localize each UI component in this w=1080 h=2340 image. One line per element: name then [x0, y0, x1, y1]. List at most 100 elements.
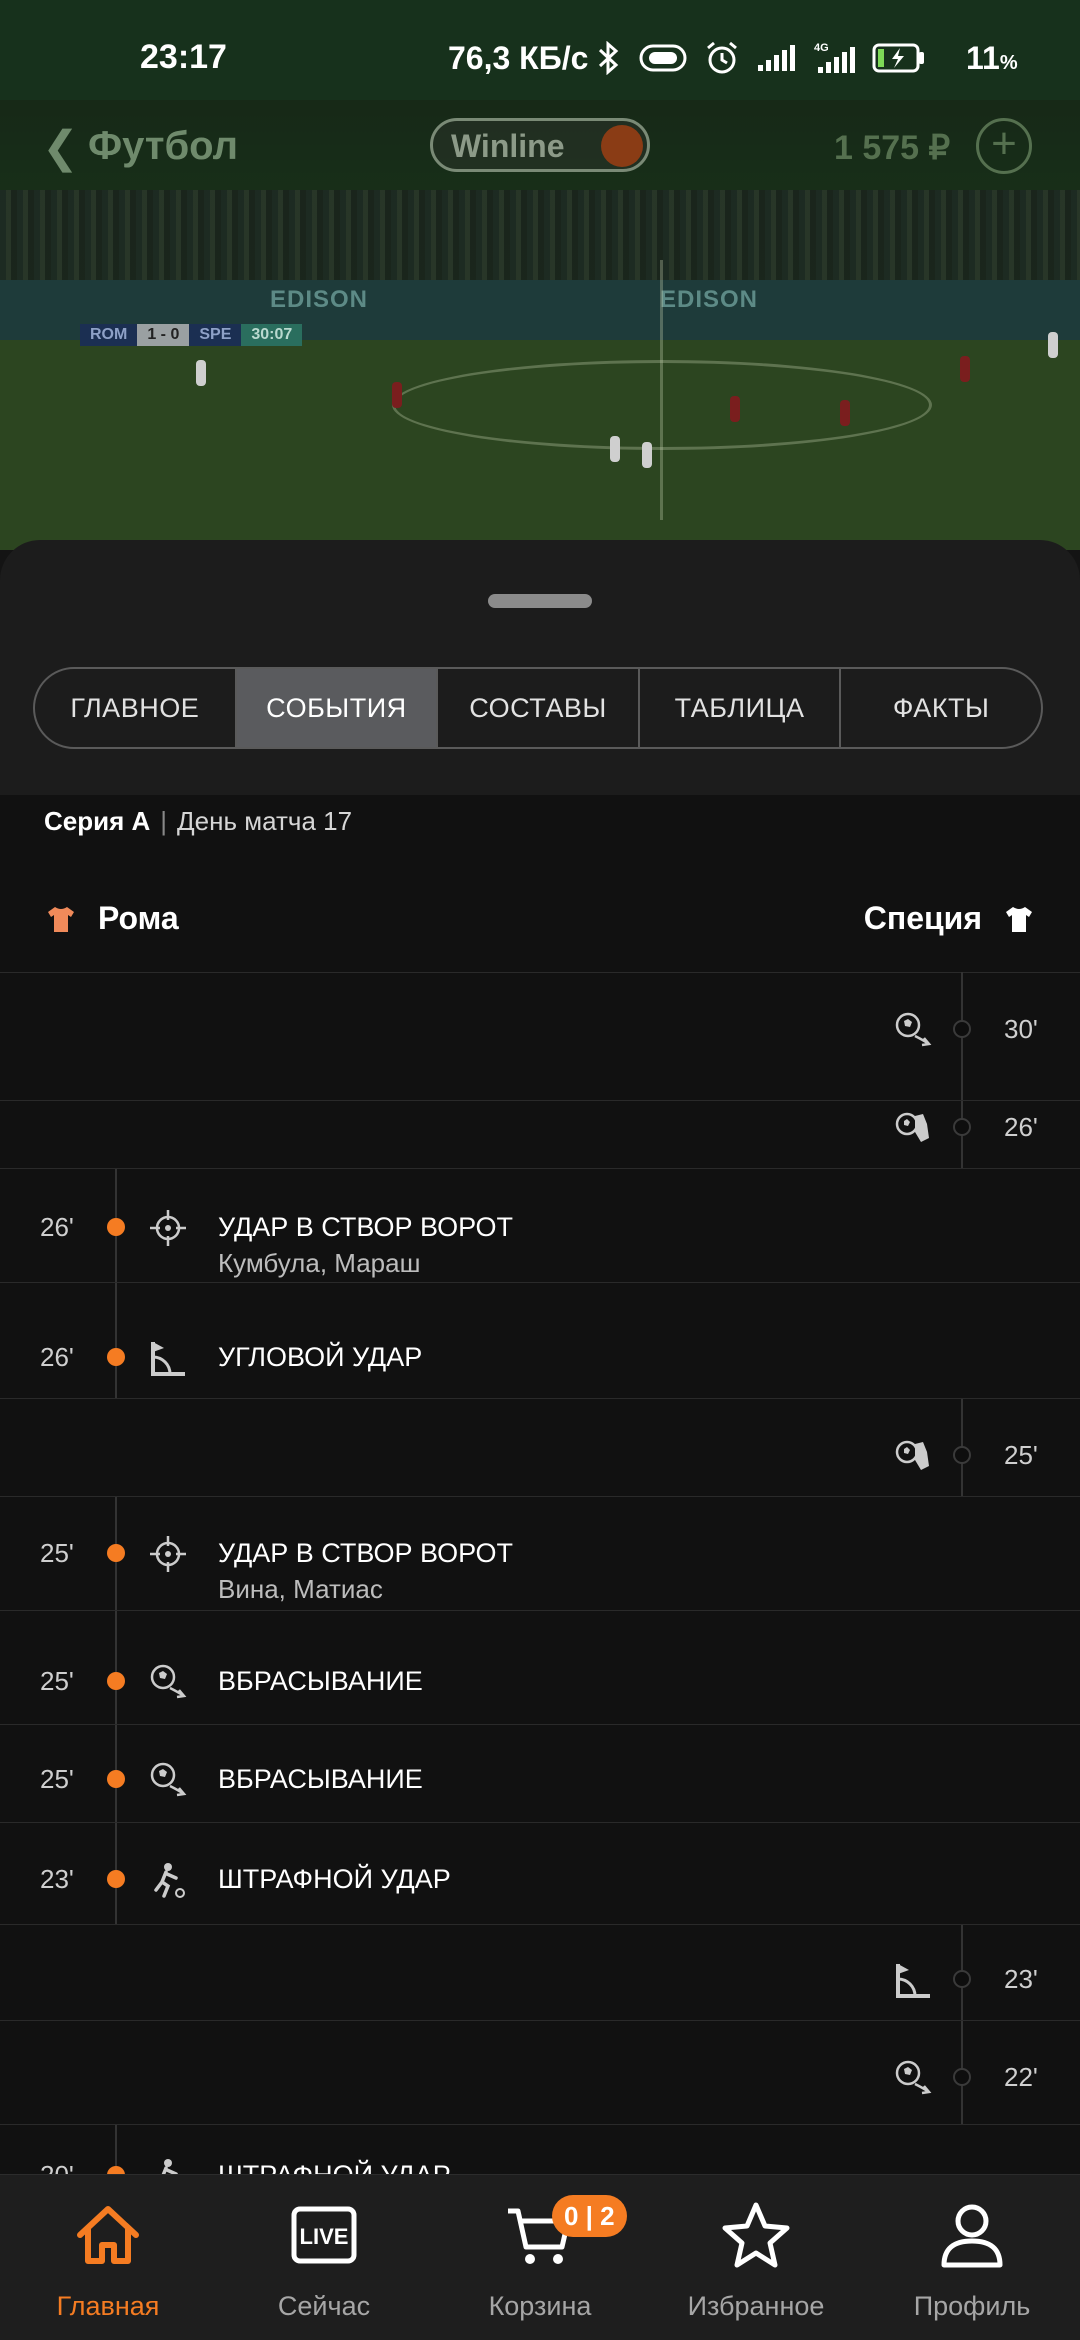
- away-timeline: [961, 1924, 963, 2124]
- team-away-name: Специя: [863, 900, 982, 936]
- event-dot: [107, 1218, 125, 1236]
- event-minute: 26': [40, 1212, 74, 1242]
- divider: [0, 1610, 1080, 1611]
- tab-facts[interactable]: ФАКТЫ: [841, 669, 1041, 747]
- score-home-abbr: ROM: [80, 324, 138, 346]
- deposit-plus-button[interactable]: +: [976, 118, 1032, 174]
- nav-cart[interactable]: 0 | 2 Корзина: [432, 2175, 648, 2340]
- video-scoreboard: ROM 1 - 0 SPE 30:07: [80, 324, 303, 346]
- shot-on-target-icon: [148, 1208, 188, 1248]
- nav-live-label: Сейчас: [277, 2291, 371, 2321]
- bluetooth-icon: [598, 41, 619, 75]
- throw-in-icon: [893, 2058, 933, 2098]
- event-dot: [953, 2068, 971, 2086]
- home-icon: [77, 2206, 139, 2264]
- tab-main[interactable]: ГЛАВНОЕ: [35, 669, 237, 747]
- event-minute: 26': [1004, 1112, 1038, 1142]
- divider: [0, 2020, 1080, 2021]
- divider: [0, 1724, 1080, 1725]
- cart-badge: 0 | 2: [552, 2195, 627, 2237]
- event-minute: 23': [40, 1864, 74, 1894]
- nav-live[interactable]: LIVE Сейчас: [216, 2175, 432, 2340]
- sheet-drag-handle[interactable]: [488, 594, 592, 608]
- nav-home[interactable]: Главная: [0, 2175, 216, 2340]
- divider: [0, 1924, 1080, 1925]
- back-arrow-icon[interactable]: ❮: [42, 122, 79, 173]
- star-icon: [722, 2202, 790, 2268]
- goalkeeper-save-icon: [893, 1436, 933, 1476]
- score-clock: 30:07: [241, 324, 303, 346]
- goalkeeper-save-icon: [893, 1108, 933, 1148]
- event-players: Кумбула, Мараш: [218, 1248, 421, 1278]
- event-minute: 25': [1004, 1440, 1038, 1470]
- event-label: УДАР В СТВОР ВОРОТ: [218, 1212, 513, 1242]
- balance: 1 575 ₽: [834, 129, 951, 167]
- player: [196, 360, 206, 386]
- nav-cart-label: Корзина: [488, 2291, 592, 2321]
- tab-table[interactable]: ТАБЛИЦА: [640, 669, 842, 747]
- status-time: 23:17: [140, 38, 227, 76]
- app-root: { "status_bar": { "time": "23:17", "spee…: [0, 0, 1080, 2340]
- status-bar: 23:17 76,3 КБ/с 4G 11%: [0, 0, 1080, 100]
- league-separator: |: [160, 806, 168, 836]
- ad-text: EDISON: [270, 286, 369, 313]
- throw-in-icon: [893, 1010, 933, 1050]
- tab-lineups[interactable]: СОСТАВЫ: [438, 669, 640, 747]
- signal-4g-icon: 4G: [814, 42, 855, 73]
- divider: [0, 1398, 1080, 1399]
- divider: [0, 1822, 1080, 1823]
- vibrate-icon: [639, 44, 687, 72]
- event-dot: [107, 1870, 125, 1888]
- divider: [0, 1282, 1080, 1283]
- nav-profile[interactable]: Профиль: [864, 2175, 1080, 2340]
- divider: [0, 972, 1080, 973]
- event-players: Вина, Матиас: [218, 1574, 383, 1604]
- event-dot: [107, 1348, 125, 1366]
- event-dot: [953, 1020, 971, 1038]
- nav-favorites-label: Избранное: [687, 2291, 825, 2321]
- jersey-icon: [1006, 906, 1032, 932]
- matchday: День матча 17: [177, 806, 353, 836]
- svg-text:4G: 4G: [814, 42, 829, 54]
- score-value: 1 - 0: [137, 324, 190, 346]
- team-home: Рома: [46, 900, 179, 937]
- throw-in-icon: [148, 1760, 188, 1800]
- league-name: Серия А: [44, 806, 151, 836]
- tab-events[interactable]: СОБЫТИЯ: [236, 669, 439, 747]
- battery-value: 11: [966, 40, 1000, 76]
- event-label: ШТРАФНОЙ УДАР: [218, 1864, 451, 1894]
- event-label: УДАР В СТВОР ВОРОТ: [218, 1538, 513, 1568]
- shot-on-target-icon: [148, 1534, 188, 1574]
- battery-unit: %: [999, 52, 1018, 74]
- nav-favorites[interactable]: Избранное: [648, 2175, 864, 2340]
- event-label: УГЛОВОЙ УДАР: [218, 1342, 423, 1372]
- battery-percent: 11%: [966, 40, 1018, 77]
- player: [1048, 332, 1058, 358]
- corner-kick-icon: [148, 1338, 188, 1378]
- back-title[interactable]: Футбол: [88, 124, 238, 169]
- player: [642, 442, 652, 468]
- brand-logo: Winline: [430, 118, 650, 172]
- network-speed: 76,3 КБ/с: [448, 40, 589, 76]
- divider: [0, 1496, 1080, 1497]
- ad-text: EDISON: [660, 286, 759, 313]
- event-minute: 23': [1004, 1964, 1038, 1994]
- throw-in-icon: [148, 1662, 188, 1702]
- event-dot: [107, 1672, 125, 1690]
- brand-ball-icon: [601, 125, 643, 167]
- event-minute: 30': [1004, 1014, 1038, 1044]
- live-icon-text: LIVE: [300, 2224, 349, 2249]
- player: [392, 382, 402, 408]
- event-dot: [953, 1118, 971, 1136]
- tab-bar: ГЛАВНОЕ СОБЫТИЯ СОСТАВЫ ТАБЛИЦА ФАКТЫ: [33, 667, 1043, 749]
- halfway-line: [660, 260, 663, 520]
- player: [610, 436, 620, 462]
- brand-name: Winline: [451, 128, 565, 164]
- player: [840, 400, 850, 426]
- event-minute: 25': [40, 1764, 74, 1794]
- away-timeline: [961, 972, 963, 1168]
- nav-home-label: Главная: [56, 2291, 160, 2321]
- team-home-name: Рома: [98, 900, 179, 936]
- corner-kick-icon: [893, 1960, 933, 2000]
- alarm-icon: [707, 41, 737, 74]
